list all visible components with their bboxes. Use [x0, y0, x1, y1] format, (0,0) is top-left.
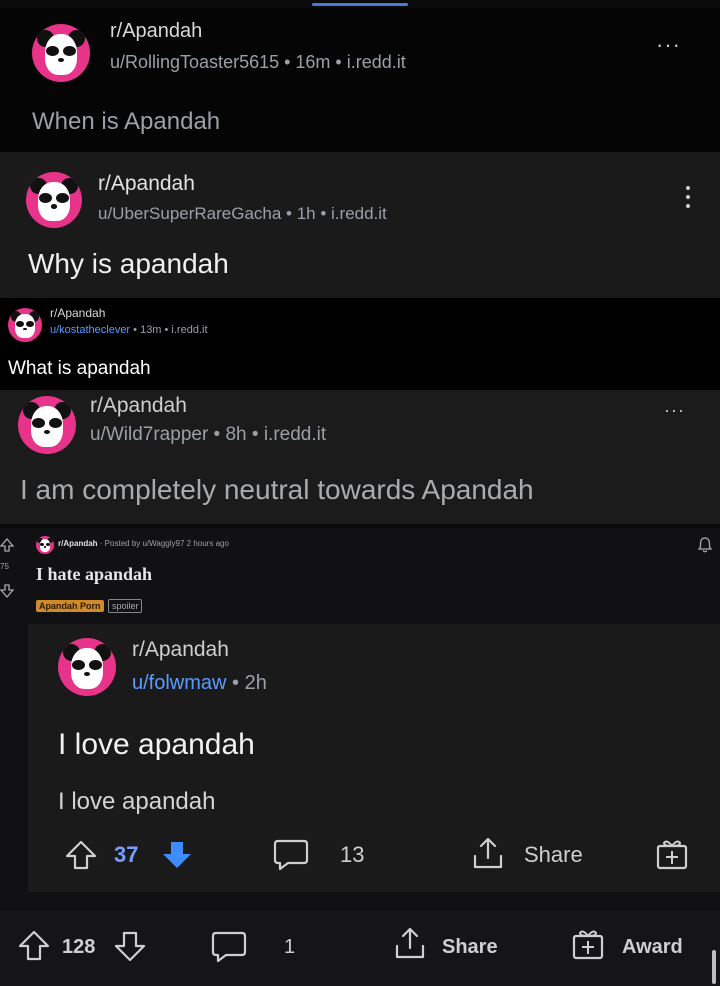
- subreddit-name[interactable]: r/Apandah: [98, 172, 195, 196]
- comment-icon[interactable]: [272, 838, 310, 872]
- post-title[interactable]: I am completely neutral towards Apandah: [20, 474, 534, 506]
- vote-count: 75: [0, 562, 9, 571]
- post-action-bar: 128 1 Share Award: [0, 910, 720, 986]
- more-options-icon[interactable]: ···: [656, 32, 681, 58]
- post-meta: u/RollingToaster5615 • 16m • i.redd.it: [110, 52, 406, 72]
- share-button[interactable]: Share: [442, 936, 498, 959]
- upvote-icon[interactable]: [64, 838, 98, 872]
- subreddit-name[interactable]: r/Apandah: [132, 638, 229, 662]
- post-meta: u/UberSuperRareGacha • 1h • i.redd.it: [98, 204, 387, 223]
- upvote-count: 37: [114, 842, 139, 867]
- embedded-post-card[interactable]: r/Apandah u/folwmaw • 2h I love apandah …: [28, 624, 720, 892]
- share-icon[interactable]: [470, 836, 506, 872]
- more-options-icon[interactable]: ···: [664, 400, 685, 421]
- upvote-arrow-icon[interactable]: [0, 538, 14, 552]
- spoiler-tag: spoiler: [107, 599, 143, 613]
- award-icon[interactable]: [570, 926, 606, 962]
- post-title[interactable]: I love apandah: [58, 728, 255, 762]
- post-body: I love apandah: [58, 788, 216, 815]
- award-button[interactable]: Award: [622, 936, 683, 959]
- post-title[interactable]: When is Apandah: [32, 108, 220, 136]
- subreddit-avatar[interactable]: [18, 396, 76, 454]
- post-card-1[interactable]: r/Apandah u/RollingToaster5615 • 16m • i…: [0, 8, 720, 152]
- more-options-icon[interactable]: [686, 186, 692, 208]
- comment-count: 1: [284, 936, 296, 958]
- top-indicator: [312, 3, 408, 6]
- subreddit-name[interactable]: r/Apandah: [110, 20, 202, 43]
- subreddit-name[interactable]: r/Apandah: [58, 539, 98, 548]
- downvote-icon[interactable]: [160, 838, 194, 872]
- upvote-icon[interactable]: [16, 928, 52, 964]
- share-button[interactable]: Share: [524, 842, 583, 868]
- username[interactable]: u/folwmaw: [132, 672, 226, 694]
- notification-bell-icon[interactable]: [696, 536, 714, 554]
- share-icon[interactable]: [392, 926, 428, 962]
- subreddit-avatar[interactable]: [32, 24, 90, 82]
- post-meta: u/kostatheclever • 13m • i.redd.it: [50, 324, 208, 336]
- subreddit-avatar[interactable]: [36, 536, 54, 554]
- post-meta: u/folwmaw • 2h: [132, 672, 267, 694]
- post-card-2[interactable]: r/Apandah u/UberSuperRareGacha • 1h • i.…: [0, 152, 720, 298]
- post-title[interactable]: I hate apandah: [36, 564, 152, 585]
- downvote-arrow-icon[interactable]: [0, 584, 14, 598]
- subreddit-avatar[interactable]: [8, 308, 42, 342]
- comment-count: 13: [340, 842, 365, 867]
- post-card-4[interactable]: r/Apandah u/Wild7rapper • 8h • i.redd.it…: [0, 390, 720, 524]
- post-meta: u/Wild7rapper • 8h • i.redd.it: [90, 424, 327, 445]
- comment-icon[interactable]: [210, 930, 248, 964]
- downvote-icon[interactable]: [112, 928, 148, 964]
- post-flairs: Apandah Porn spoiler: [36, 596, 143, 614]
- post-title[interactable]: What is apandah: [8, 358, 151, 380]
- post-flair[interactable]: Apandah Porn: [36, 600, 104, 612]
- award-icon[interactable]: [654, 836, 690, 872]
- subreddit-avatar[interactable]: [26, 172, 82, 228]
- post-title[interactable]: Why is apandah: [28, 248, 229, 280]
- upvote-count: 128: [62, 936, 96, 958]
- username[interactable]: u/kostatheclever: [50, 324, 130, 336]
- posted-by: · Posted by u/Waggly97 2 hours ago: [99, 539, 229, 548]
- post-header: r/Apandah · Posted by u/Waggly97 2 hours…: [58, 539, 229, 548]
- subreddit-name[interactable]: r/Apandah: [50, 306, 105, 320]
- subreddit-avatar[interactable]: [58, 638, 116, 696]
- scrollbar[interactable]: [712, 950, 716, 984]
- subreddit-name[interactable]: r/Apandah: [90, 394, 187, 418]
- post-card-5[interactable]: 75 r/Apandah · Posted by u/Waggly97 2 ho…: [0, 528, 720, 986]
- post-card-3[interactable]: r/Apandah u/kostatheclever • 13m • i.red…: [0, 298, 720, 390]
